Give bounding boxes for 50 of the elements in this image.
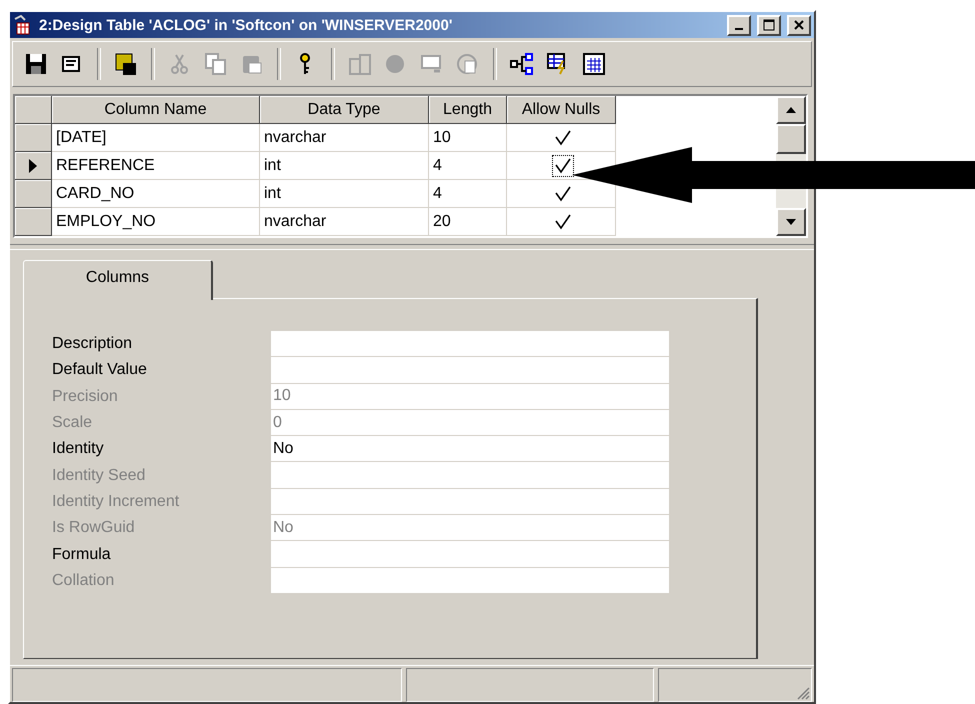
property-label: Scale <box>52 414 94 432</box>
property-label: Description <box>52 335 134 354</box>
property-field[interactable] <box>271 357 669 384</box>
property-label: Formula <box>52 546 112 564</box>
maximize-button[interactable] <box>757 14 781 36</box>
scroll-down-button[interactable] <box>776 208 806 236</box>
table-cell: int <box>260 152 429 180</box>
table-cell: 4 <box>429 152 507 180</box>
column-header[interactable]: Allow Nulls <box>507 96 616 124</box>
table-cell: 10 <box>429 124 507 152</box>
property-label: Identity <box>52 440 105 458</box>
row-header[interactable] <box>15 208 52 236</box>
column-header[interactable]: Column Name <box>52 96 260 124</box>
row-header[interactable] <box>15 124 52 152</box>
window-title: 2:Design Table 'ACLOG' in 'Softcon' on 'WINSERVER2000' <box>39 16 454 34</box>
close-icon <box>794 20 804 30</box>
columns-tab[interactable]: Columns <box>23 260 213 300</box>
row-header[interactable] <box>15 152 52 180</box>
down-arrow-icon <box>785 218 797 226</box>
table-cell: nvarchar <box>260 124 429 152</box>
minimize-button[interactable] <box>727 14 751 36</box>
property-label: Is RowGuid <box>52 519 136 538</box>
table-cell: int <box>260 180 429 208</box>
up-arrow-icon <box>785 106 797 114</box>
table-cell: [DATE] <box>52 124 260 152</box>
property-label: Default Value <box>52 361 148 380</box>
scroll-thumb[interactable] <box>776 124 806 154</box>
column-header[interactable]: Data Type <box>260 96 429 124</box>
scroll-up-button[interactable] <box>776 96 806 124</box>
allow-nulls-checkbox[interactable] <box>552 154 574 176</box>
property-label: Precision <box>52 388 119 406</box>
close-button[interactable] <box>787 14 811 36</box>
table-cell: REFERENCE <box>52 152 260 180</box>
table-cell: 20 <box>429 208 507 236</box>
property-field[interactable] <box>271 541 669 568</box>
table-cell: nvarchar <box>260 208 429 236</box>
minimize-icon <box>735 28 743 30</box>
row-header[interactable] <box>15 180 52 208</box>
maximize-icon <box>763 19 775 31</box>
property-field[interactable] <box>271 331 669 358</box>
table-cell: 4 <box>429 180 507 208</box>
table-cell: CARD_NO <box>52 180 260 208</box>
current-row-icon <box>28 158 38 172</box>
table-cell: EMPLOY_NO <box>52 208 260 236</box>
property-label: Collation <box>52 572 116 590</box>
property-label: Identity Seed <box>52 466 146 485</box>
column-header[interactable]: Length <box>429 96 507 124</box>
property-field[interactable]: No <box>271 436 669 462</box>
corner-header <box>15 96 52 124</box>
property-label: Identity Increment <box>52 492 180 511</box>
